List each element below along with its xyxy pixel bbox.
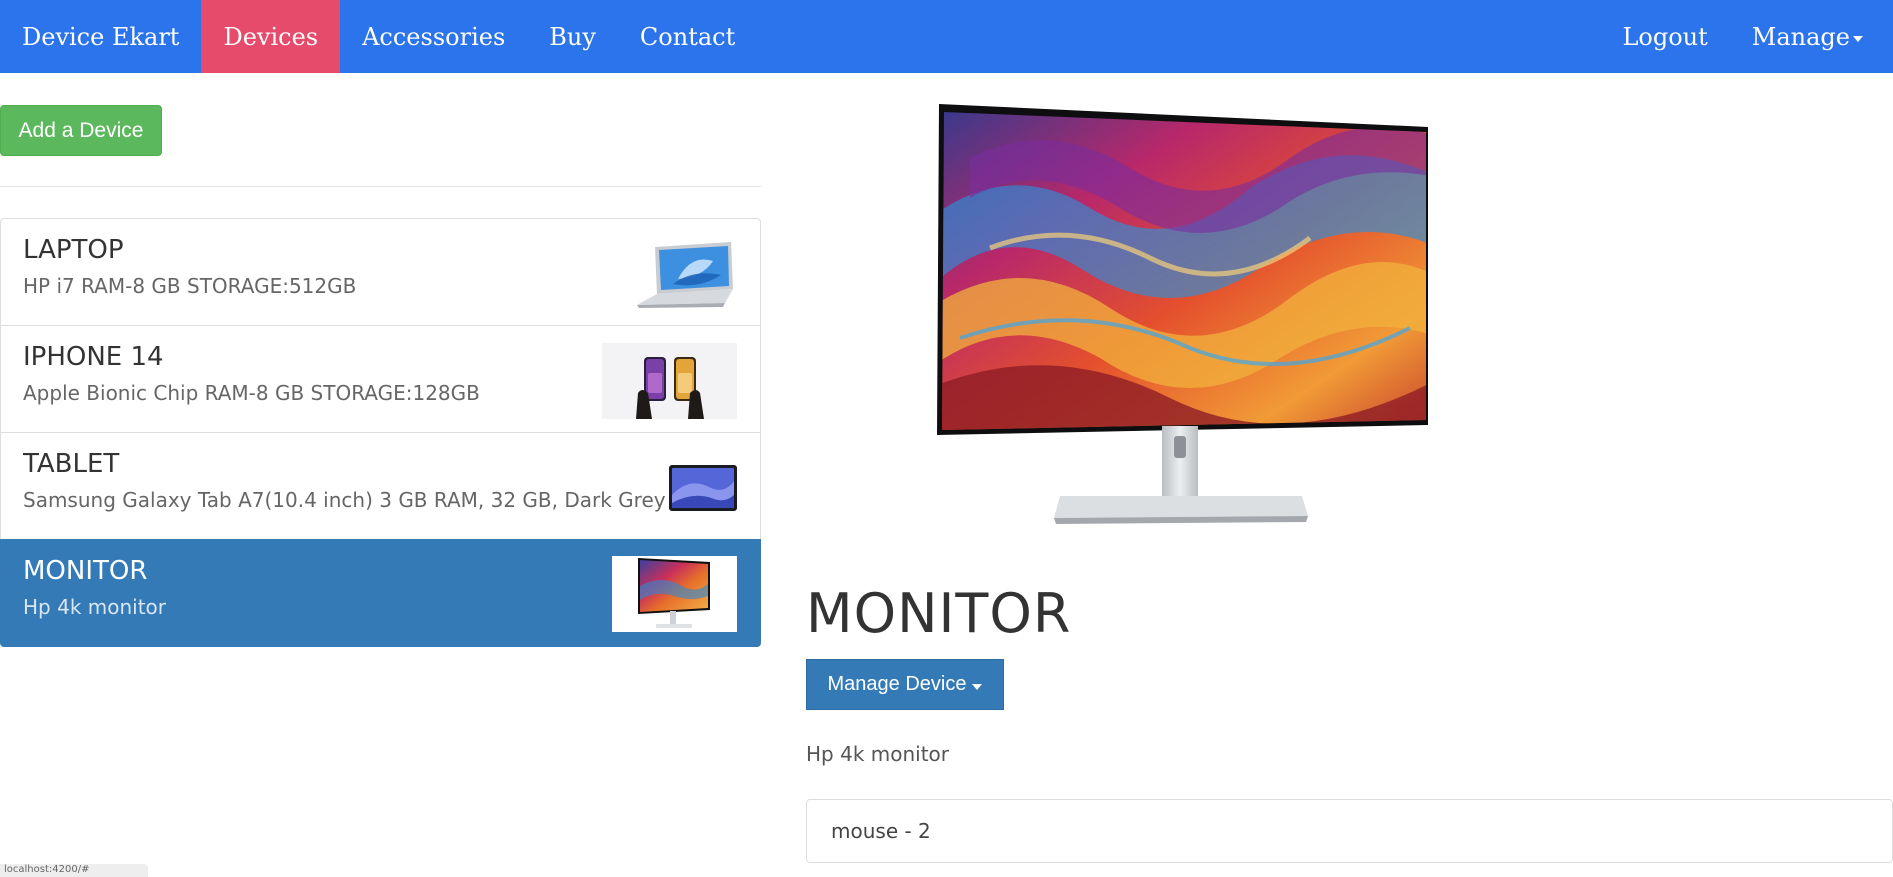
top-navbar: Device Ekart Devices Accessories Buy Con…: [0, 0, 1893, 73]
browser-status-bar: localhost:4200/#: [0, 864, 148, 877]
device-description: Samsung Galaxy Tab A7(10.4 inch) 3 GB RA…: [23, 488, 666, 512]
device-detail-title: MONITOR: [806, 582, 1072, 645]
nav-manage-dropdown[interactable]: Manage: [1730, 0, 1893, 73]
device-item-iphone[interactable]: IPHONE 14 Apple Bionic Chip RAM-8 GB STO…: [0, 325, 761, 433]
monitor-thumbnail: [612, 556, 737, 632]
list-divider: [0, 186, 761, 187]
accessory-label: mouse - 2: [831, 819, 931, 843]
device-item-monitor[interactable]: MONITOR Hp 4k monitor: [0, 539, 761, 647]
manage-device-label: Manage Device: [827, 673, 967, 695]
accessory-list-item[interactable]: mouse - 2: [806, 799, 1893, 863]
iphone-thumbnail: [602, 343, 737, 419]
device-title: IPHONE 14: [23, 342, 164, 372]
caret-down-icon: [972, 683, 983, 690]
nav-accessories[interactable]: Accessories: [340, 0, 527, 73]
nav-logout[interactable]: Logout: [1600, 0, 1729, 73]
device-item-laptop[interactable]: LAPTOP HP i7 RAM-8 GB STORAGE:512GB: [0, 218, 761, 326]
device-title: MONITOR: [23, 556, 148, 586]
brand-link[interactable]: Device Ekart: [0, 0, 201, 73]
nav-manage-label: Manage: [1751, 22, 1850, 51]
monitor-hero-image: [930, 98, 1440, 534]
nav-contact[interactable]: Contact: [618, 0, 757, 73]
nav-devices[interactable]: Devices: [201, 0, 341, 73]
device-description: HP i7 RAM-8 GB STORAGE:512GB: [23, 274, 357, 298]
device-description: Hp 4k monitor: [23, 595, 167, 619]
device-item-tablet[interactable]: TABLET Samsung Galaxy Tab A7(10.4 inch) …: [0, 432, 761, 540]
laptop-thumbnail: [633, 239, 737, 309]
device-list: LAPTOP HP i7 RAM-8 GB STORAGE:512GB IPHO…: [0, 218, 761, 647]
device-title: TABLET: [23, 449, 120, 479]
device-title: LAPTOP: [23, 235, 124, 265]
nav-buy[interactable]: Buy: [527, 0, 618, 73]
device-description: Apple Bionic Chip RAM-8 GB STORAGE:128GB: [23, 381, 480, 405]
tablet-thumbnail: [669, 465, 737, 511]
manage-device-button[interactable]: Manage Device: [806, 659, 1004, 710]
device-detail-description: Hp 4k monitor: [806, 742, 950, 766]
caret-down-icon: [1853, 35, 1863, 42]
add-device-button[interactable]: Add a Device: [0, 105, 162, 156]
